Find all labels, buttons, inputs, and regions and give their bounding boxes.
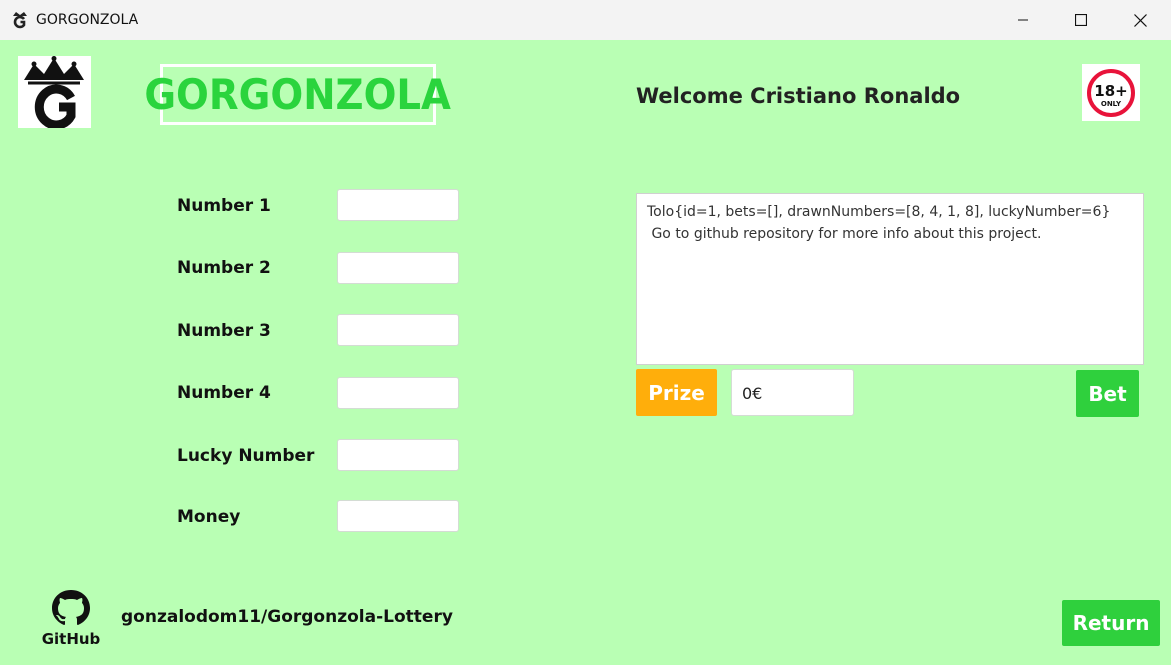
maximize-button[interactable] [1052,0,1110,40]
prize-button[interactable]: Prize [636,369,717,416]
label-money: Money [177,507,241,527]
minimize-button[interactable] [994,0,1052,40]
welcome-message: Welcome Cristiano Ronaldo [636,84,961,108]
label-number-2: Number 2 [177,258,271,278]
title-bar: GORGONZOLA [0,0,1171,40]
output-textarea[interactable]: Tolo{id=1, bets=[], drawnNumbers=[8, 4, … [636,193,1144,365]
number-3-input[interactable] [337,314,459,346]
app-icon [13,12,27,29]
money-input[interactable] [337,500,459,532]
github-label: GitHub [42,630,101,648]
age-badge-main: 18+ [1094,82,1127,100]
repository-link[interactable]: gonzalodom11/Gorgonzola-Lottery [121,607,453,627]
minimize-icon [1018,19,1028,21]
label-lucky-number: Lucky Number [177,446,315,466]
window-title: GORGONZOLA [36,12,139,28]
close-icon [1133,13,1147,27]
brand-title: GORGONZOLA [144,70,452,119]
number-1-input[interactable] [337,189,459,221]
app-window: GORGONZOLA GORGONZOLA Welcome Cristiano … [0,0,1171,665]
label-number-1: Number 1 [177,196,271,216]
number-4-input[interactable] [337,377,459,409]
close-button[interactable] [1111,0,1169,40]
github-icon[interactable]: GitHub [36,588,106,648]
brand-banner: GORGONZOLA [145,64,451,125]
maximize-icon [1075,14,1087,26]
age-badge-sub: ONLY [1101,100,1122,108]
adults-only-icon: 18+ ONLY [1087,68,1135,117]
lucky-number-input[interactable] [337,439,459,471]
label-number-3: Number 3 [177,321,271,341]
return-button[interactable]: Return [1062,600,1160,646]
label-number-4: Number 4 [177,383,271,403]
crown-logo [18,56,91,130]
number-2-input[interactable] [337,252,459,284]
crown-g-icon [24,56,84,130]
prize-amount-field[interactable]: 0€ [731,369,854,416]
age-restriction-badge: 18+ ONLY [1082,64,1140,121]
bet-button[interactable]: Bet [1076,370,1139,417]
